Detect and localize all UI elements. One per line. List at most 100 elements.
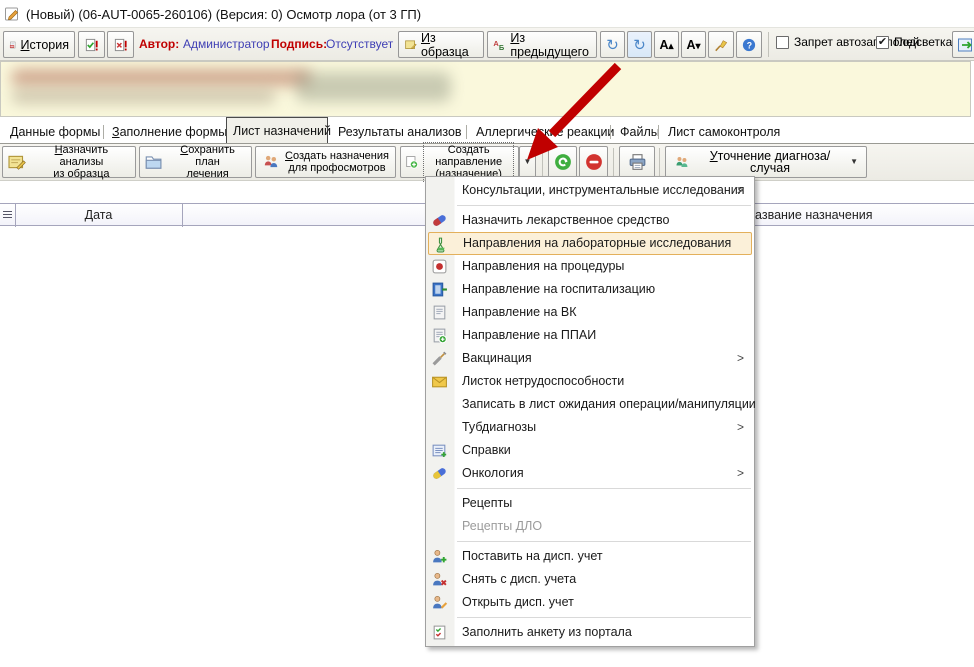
menu-item-ppai-referral[interactable]: Направление на ППАИ: [426, 324, 754, 347]
refresh-lock-button[interactable]: ↻: [627, 31, 652, 58]
menu-item-vaccination[interactable]: Вакцинация >: [426, 347, 754, 370]
assign-tests-button[interactable]: Назначить анализыиз образца: [2, 146, 136, 178]
menu-item-dispensary-register[interactable]: Поставить на дисп. учет: [426, 545, 754, 568]
person-add-icon: [431, 548, 448, 565]
application-window: (Новый) (06-AUT-0065-260106) (Версия: 0)…: [0, 0, 974, 667]
create-referral-dropdown-button[interactable]: ▼: [519, 146, 536, 178]
title-bar: (Новый) (06-AUT-0065-260106) (Версия: 0)…: [4, 4, 421, 24]
highlight-checkbox[interactable]: ✔ Подсветка: [876, 35, 952, 49]
save-plan-button[interactable]: Сохранить планлечения: [139, 146, 252, 178]
clarify-diagnosis-button[interactable]: Уточнение диагноза/случая ▼: [665, 146, 867, 178]
sign-document-button[interactable]: [78, 31, 105, 58]
assign-tests-line2: из образца: [53, 168, 109, 180]
refresh-list-button[interactable]: [548, 146, 577, 178]
signature-label: Подпись:: [271, 37, 327, 51]
submenu-arrow-icon: >: [737, 179, 744, 202]
certificate-icon: [431, 442, 448, 459]
document-icon: [431, 304, 448, 321]
syringe-icon: [431, 350, 448, 367]
svg-text:?: ?: [747, 40, 752, 50]
create-checkup-prescriptions-button[interactable]: Создать назначениядля профосмотров: [255, 146, 396, 178]
clear-fields-button[interactable]: [708, 31, 734, 58]
export-icon: [958, 37, 974, 53]
font-increase-icon: A▴: [659, 38, 673, 52]
menu-separator: [457, 617, 751, 618]
font-increase-button[interactable]: A▴: [654, 31, 679, 58]
font-decrease-button[interactable]: A▾: [681, 31, 706, 58]
from-previous-label: Из предыдущего: [510, 31, 591, 59]
tab-strip: Данные формы Заполнение формы Лист назна…: [0, 117, 974, 144]
highlight-label: Подсветка: [894, 35, 952, 49]
menu-item-procedure-referrals[interactable]: Направления на процедуры: [426, 255, 754, 278]
assign-tests-line1: Назначить анализы: [55, 144, 109, 168]
menu-item-lab-referrals[interactable]: Направления на лабораторные исследования: [428, 232, 752, 255]
from-sample-button[interactable]: Из образца: [398, 31, 484, 58]
doc-cross-icon: [113, 37, 128, 53]
chevron-down-icon: ▼: [850, 156, 858, 168]
hospital-door-icon: [431, 281, 448, 298]
document-green-icon: [431, 327, 448, 344]
checkbox-box-checked[interactable]: ✔: [876, 36, 889, 49]
help-button[interactable]: ?: [736, 31, 762, 58]
print-button[interactable]: [619, 146, 655, 178]
tab-self-control-list[interactable]: Лист самоконтроля: [662, 121, 786, 143]
clarify-diagnosis-label: Уточнение диагноза/случая: [695, 150, 845, 174]
tab-allergic-reactions[interactable]: Аллергические реакции: [470, 121, 620, 143]
tab-form-data[interactable]: Данные формы: [4, 121, 106, 143]
menu-item-certificates[interactable]: Справки: [426, 439, 754, 462]
tab-prescription-list[interactable]: Лист назначений: [226, 117, 328, 143]
menu-item-oncology[interactable]: Онкология >: [426, 462, 754, 485]
note-pencil-icon: [7, 153, 27, 171]
menu-item-prescribe-medicine[interactable]: Назначить лекарственное средство: [426, 209, 754, 232]
refresh-button[interactable]: ↻: [600, 31, 625, 58]
menu-item-prescriptions[interactable]: Рецепты: [426, 492, 754, 515]
export-button[interactable]: [952, 31, 974, 58]
redacted-text: [11, 69, 311, 86]
create-referral-menu: Консультации, инструментальные исследова…: [425, 176, 755, 647]
checkbox-box[interactable]: [776, 36, 789, 49]
menu-item-consultations[interactable]: Консультации, инструментальные исследова…: [426, 179, 754, 202]
menu-item-vk-referral[interactable]: Направление на ВК: [426, 301, 754, 324]
menu-item-sick-leave[interactable]: Листок нетрудоспособности: [426, 370, 754, 393]
cancel-prescription-button[interactable]: [579, 146, 608, 178]
save-plan-line2: лечения: [186, 168, 228, 180]
envelope-icon: [431, 373, 448, 390]
person-open-icon: [431, 594, 448, 611]
signature-value: Отсутствует: [326, 37, 393, 51]
form-memo-area: [0, 61, 971, 117]
menu-separator: [457, 541, 751, 542]
menu-item-portal-questionnaire[interactable]: Заполнить анкету из портала: [426, 621, 754, 644]
people-icon: [262, 153, 280, 171]
save-plan-line1: Сохранить план: [180, 144, 235, 168]
submenu-arrow-icon: >: [737, 416, 744, 439]
menu-item-dlo-prescriptions: Рецепты ДЛО: [426, 515, 754, 538]
pill-icon: [431, 212, 448, 229]
column-header-prescription-name[interactable]: Название назначения: [746, 208, 872, 222]
unsign-document-button[interactable]: [107, 31, 134, 58]
chevron-down-icon: ▼: [524, 156, 532, 168]
menu-item-hospitalization-referral[interactable]: Направление на госпитализацию: [426, 278, 754, 301]
history-button[interactable]: История: [3, 31, 75, 58]
redacted-text: [296, 72, 451, 102]
create-referral-line1: Создать направление: [435, 144, 502, 168]
menu-item-tub-diagnoses[interactable]: Тубдиагнозы >: [426, 416, 754, 439]
doc-plus-icon: [405, 153, 418, 171]
refresh-lock-icon: ↻: [633, 36, 646, 54]
row-selector-icon: [3, 211, 12, 220]
folder-icon: [144, 153, 163, 171]
note-icon: [404, 37, 417, 52]
procedure-icon: [431, 258, 448, 275]
create-referral-button[interactable]: Создать направление(назначение): [400, 146, 519, 178]
menu-item-waiting-list[interactable]: Записать в лист ожидания операции/манипу…: [426, 393, 754, 416]
tab-form-filling[interactable]: Заполнение формы: [106, 121, 233, 143]
menu-item-dispensary-unregister[interactable]: Снять с дисп. учета: [426, 568, 754, 591]
column-header-date[interactable]: Дата: [15, 208, 182, 222]
tab-test-results[interactable]: Результаты анализов: [332, 121, 468, 143]
history-log-icon: [9, 37, 17, 53]
toolbar-separator: [768, 32, 769, 57]
menu-item-dispensary-open[interactable]: Открыть дисп. учет: [426, 591, 754, 614]
from-sample-label: Из образца: [421, 31, 478, 59]
from-previous-button[interactable]: А Б Из предыдущего: [487, 31, 597, 58]
author-value: Администратор: [183, 37, 270, 51]
author-label: Автор:: [139, 37, 179, 51]
